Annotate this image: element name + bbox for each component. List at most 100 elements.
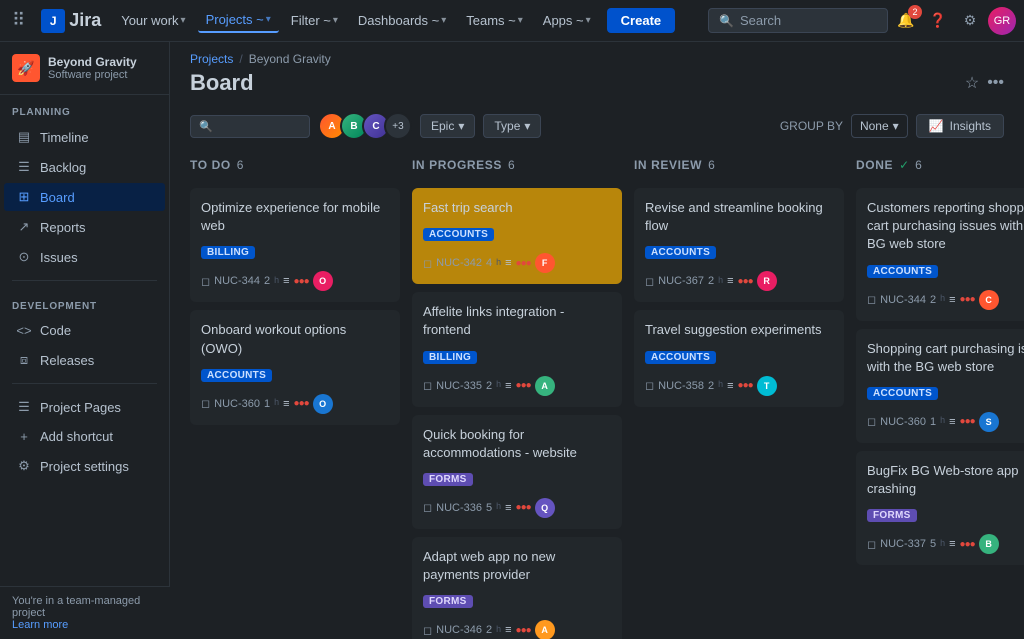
breadcrumb-projects[interactable]: Projects (190, 52, 233, 66)
backlog-icon: ☰ (16, 159, 32, 175)
sidebar-item-releases[interactable]: ⧈ Releases (4, 346, 165, 374)
meta-sep: ʰ (496, 378, 501, 393)
card-flags: ●●● (738, 380, 753, 391)
board-card[interactable]: Shopping cart purchasing issues with the… (856, 329, 1024, 443)
board-card[interactable]: Optimize experience for mobile web BILLI… (190, 188, 400, 302)
priority-icon: ≡ (505, 380, 511, 392)
sidebar-item-reports[interactable]: ↗ Reports (4, 213, 165, 241)
card-title: BugFix BG Web-store app crashing (867, 462, 1024, 498)
help-button[interactable]: ❓ (924, 7, 952, 35)
groupby-label: GROUP BY (780, 119, 843, 133)
star-button[interactable]: ☆ (965, 73, 979, 93)
card-type-icon: ◻ (867, 538, 876, 551)
create-button[interactable]: Create (607, 8, 675, 33)
card-title: Travel suggestion experiments (645, 321, 833, 339)
board-card[interactable]: Adapt web app no new payments provider F… (412, 537, 622, 639)
board-card[interactable]: Customers reporting shopping cart purcha… (856, 188, 1024, 321)
sidebar-item-code[interactable]: <> Code (4, 317, 165, 344)
board-card[interactable]: Onboard workout options (OWO) ACCOUNTS ◻… (190, 310, 400, 424)
meta-sep: ʰ (496, 256, 501, 271)
logo[interactable]: J Jira (33, 9, 109, 33)
nav-projects[interactable]: Projects ~ ▾ (198, 8, 279, 33)
card-id: NUC-342 (436, 257, 482, 269)
insights-button[interactable]: 📈 Insights (916, 114, 1004, 138)
card-assignee-avatar: B (979, 534, 999, 554)
project-name: Beyond Gravity (48, 55, 157, 69)
sidebar-item-project-pages[interactable]: ☰ Project Pages (4, 393, 165, 421)
card-title: Shopping cart purchasing issues with the… (867, 340, 1024, 376)
sidebar-item-backlog[interactable]: ☰ Backlog (4, 153, 165, 181)
chevron-down-icon: ▾ (518, 15, 523, 26)
sidebar-item-project-settings[interactable]: ⚙ Project settings (4, 452, 165, 480)
search-placeholder: Search (740, 13, 781, 28)
done-check-icon: ✓ (899, 158, 909, 172)
sidebar-learn-more-link[interactable]: Learn more (12, 619, 158, 631)
sidebar-item-label: Project Pages (40, 400, 121, 415)
card-assignee-avatar: S (979, 412, 999, 432)
planning-section-label: PLANNING (0, 95, 169, 122)
column-title: TO DO (190, 158, 231, 172)
chevron-down-icon: ▾ (181, 15, 186, 26)
nav-filters[interactable]: Filter ~ ▾ (283, 9, 346, 32)
groupby-dropdown[interactable]: None ▾ (851, 114, 908, 138)
sidebar-project[interactable]: 🚀 Beyond Gravity Software project (0, 42, 169, 95)
card-tag: ACCOUNTS (867, 387, 938, 400)
board-search[interactable]: 🔍 (190, 115, 310, 138)
priority-icon: ≡ (727, 275, 733, 287)
board-card[interactable]: BugFix BG Web-store app crashing FORMS ◻… (856, 451, 1024, 565)
card-id: NUC-346 (436, 624, 482, 636)
card-tag: ACCOUNTS (645, 246, 716, 259)
board-header: Board ☆ ••• (170, 66, 1024, 106)
card-assignee-avatar: F (535, 253, 555, 273)
nav-dashboards[interactable]: Dashboards ~ ▾ (350, 9, 454, 32)
card-title: Optimize experience for mobile web (201, 199, 389, 235)
board-card[interactable]: Quick booking for accommodations - websi… (412, 415, 622, 529)
card-story-points: 1 (264, 398, 270, 410)
epic-filter-button[interactable]: Epic ▾ (420, 114, 475, 138)
card-flags: ●●● (738, 276, 753, 287)
card-meta: ◻ NUC-335 2 ʰ ≡ ●●● A (423, 376, 611, 396)
nav-teams[interactable]: Teams ~ ▾ (458, 9, 531, 32)
priority-icon: ≡ (283, 398, 289, 410)
priority-icon: ≡ (505, 502, 511, 514)
card-flags: ●●● (960, 294, 975, 305)
chevron-down-icon: ▾ (333, 15, 338, 26)
column-todo: TO DO 6 Optimize experience for mobile w… (190, 154, 400, 623)
board-card[interactable]: Revise and streamline booking flow ACCOU… (634, 188, 844, 302)
sidebar-item-issues[interactable]: ⊙ Issues (4, 243, 165, 271)
assignee-filter: A B C +3 (318, 112, 412, 140)
card-type-icon: ◻ (423, 501, 432, 514)
sidebar-item-timeline[interactable]: ▤ Timeline (4, 123, 165, 151)
more-actions-button[interactable]: ••• (987, 74, 1004, 92)
notifications-button[interactable]: 🔔 2 (892, 7, 920, 35)
nav-apps[interactable]: Apps ~ ▾ (535, 9, 599, 32)
nav-your-work[interactable]: Your work ▾ (113, 9, 193, 32)
board-card[interactable]: Affelite links integration - frontend BI… (412, 292, 622, 406)
user-avatar[interactable]: GR (988, 7, 1016, 35)
sidebar-item-add-shortcut[interactable]: + Add shortcut (4, 423, 165, 450)
sidebar-item-label: Backlog (40, 160, 86, 175)
card-id: NUC-337 (880, 538, 926, 550)
card-meta: ◻ NUC-337 5 ʰ ≡ ●●● B (867, 534, 1024, 554)
card-story-points: 2 (930, 294, 936, 306)
card-meta: ◻ NUC-358 2 ʰ ≡ ●●● T (645, 376, 833, 396)
priority-icon: ≡ (727, 380, 733, 392)
sidebar-item-label: Add shortcut (40, 429, 113, 444)
board-card[interactable]: Travel suggestion experiments ACCOUNTS ◻… (634, 310, 844, 406)
type-filter-button[interactable]: Type ▾ (483, 114, 541, 138)
card-id: NUC-360 (880, 416, 926, 428)
board-card[interactable]: Fast trip search ACCOUNTS ◻ NUC-342 4 ʰ … (412, 188, 622, 284)
priority-icon: ≡ (949, 294, 955, 306)
timeline-icon: ▤ (16, 129, 32, 145)
top-nav: ⠿ J Jira Your work ▾ Projects ~ ▾ Filter… (0, 0, 1024, 42)
main-layout: 🚀 Beyond Gravity Software project PLANNI… (0, 42, 1024, 639)
settings-icon: ⚙ (16, 458, 32, 474)
sidebar-item-board[interactable]: ⊞ Board (4, 183, 165, 211)
settings-button[interactable]: ⚙ (956, 7, 984, 35)
search-bar[interactable]: 🔍 Search (708, 8, 888, 33)
avatar-overflow[interactable]: +3 (384, 112, 412, 140)
card-type-icon: ◻ (867, 293, 876, 306)
issues-icon: ⊙ (16, 249, 32, 265)
card-title: Customers reporting shopping cart purcha… (867, 199, 1024, 254)
grid-icon[interactable]: ⠿ (8, 6, 29, 35)
